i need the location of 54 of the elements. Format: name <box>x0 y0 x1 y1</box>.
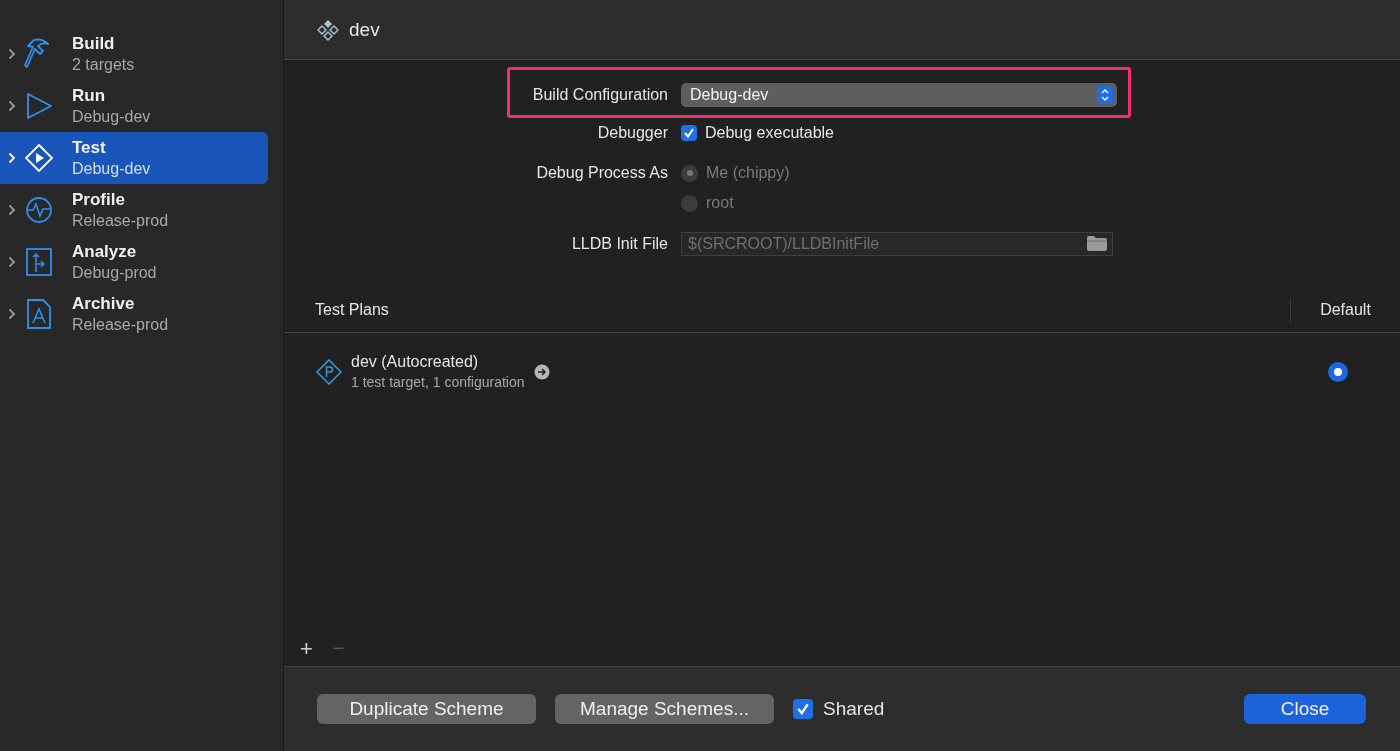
checkbox[interactable] <box>793 699 813 719</box>
column-header: Default <box>1290 298 1400 322</box>
radio-label: Me (chippy) <box>706 164 790 182</box>
test-plan-detail: 1 test target, 1 configuration <box>351 373 525 392</box>
chevron-right-icon[interactable] <box>8 204 16 216</box>
item-subtitle: 2 targets <box>72 55 135 75</box>
scheme-action-item[interactable]: Profile Release-prod <box>0 184 268 236</box>
field-label: Build Configuration <box>531 86 668 104</box>
chevron-right-icon[interactable] <box>8 308 16 320</box>
scheme-action-item[interactable]: Test Debug-dev <box>0 132 268 184</box>
diamonds-icon <box>317 18 339 41</box>
lldb-init-file-field[interactable]: $(SRCROOT)/LLDBInitFile <box>681 232 1113 256</box>
field-label: Debug Process As <box>535 164 668 182</box>
stepper-icon <box>1097 86 1113 104</box>
scheme-action-item[interactable]: Run Debug-dev <box>0 80 268 132</box>
scheme-action-item[interactable]: Analyze Debug-prod <box>0 236 268 288</box>
item-subtitle: Release-prod <box>72 315 169 335</box>
scheme-action-item[interactable]: Archive Release-prod <box>0 288 268 340</box>
item-subtitle: Release-prod <box>72 211 169 231</box>
footer-button[interactable]: Duplicate Scheme <box>317 694 536 724</box>
footer-button[interactable]: Manage Schemes... <box>555 694 774 724</box>
scheme-action-item[interactable]: Build 2 targets <box>0 28 268 80</box>
item-title: Run <box>72 85 107 106</box>
item-title: Build <box>72 33 116 54</box>
checkbox-label: Shared <box>823 698 885 720</box>
chevron-right-icon[interactable] <box>8 256 16 268</box>
build-configuration-popup[interactable]: Debug-dev <box>681 83 1117 107</box>
add-button[interactable]: + <box>300 635 313 662</box>
item-subtitle: Debug-dev <box>72 159 151 179</box>
waveform-circle-icon <box>24 196 54 224</box>
item-subtitle: Debug-dev <box>72 107 151 127</box>
field-label: LLDB Init File <box>570 235 668 253</box>
diamond-play-icon <box>24 143 54 173</box>
column-header: Test Plans <box>314 301 390 319</box>
chevron-right-icon[interactable] <box>8 100 16 112</box>
play-triangle-icon <box>24 92 54 120</box>
scheme-title: dev <box>349 18 380 41</box>
checkbox[interactable] <box>681 125 697 141</box>
item-subtitle: Debug-prod <box>72 263 157 283</box>
chevron-right-icon[interactable] <box>8 48 16 60</box>
test-plan-icon <box>316 359 342 385</box>
item-title: Archive <box>72 293 136 314</box>
item-title: Profile <box>72 189 126 210</box>
document-a-icon <box>24 299 54 329</box>
close-button[interactable]: Close <box>1244 694 1366 724</box>
folder-icon <box>1087 236 1107 251</box>
radio-label: root <box>706 194 734 212</box>
checkbox-label: Debug executable <box>705 124 834 142</box>
test-plan-name: dev (Autocreated) <box>351 352 480 372</box>
item-title: Analyze <box>72 241 138 262</box>
item-title: Test <box>72 137 107 158</box>
default-radio[interactable] <box>1328 362 1348 382</box>
arrow-circle-icon[interactable] <box>533 364 550 380</box>
field-label: Debugger <box>596 124 668 142</box>
